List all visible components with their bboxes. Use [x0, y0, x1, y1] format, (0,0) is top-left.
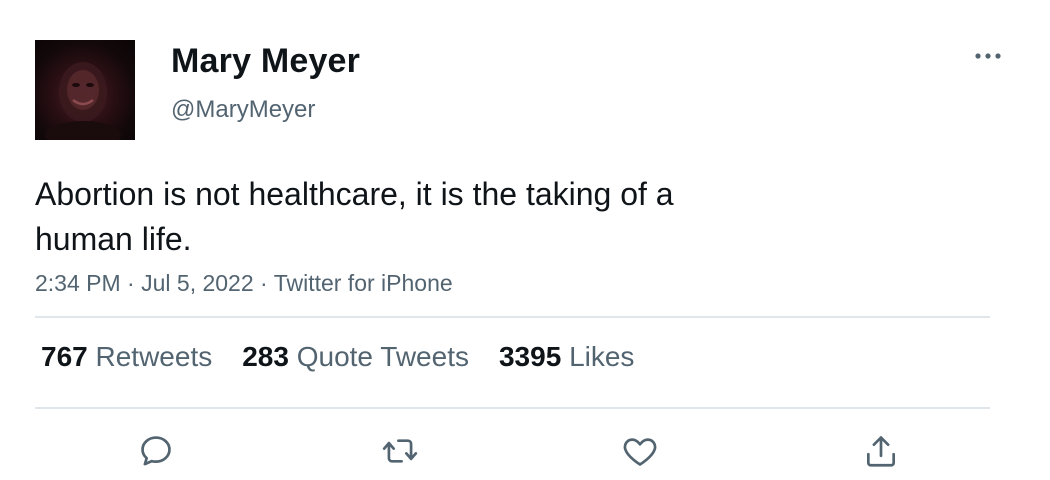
user-handle[interactable]: @MaryMeyer — [171, 96, 315, 124]
retweet-icon — [382, 439, 418, 463]
tweet-stats: 767 Retweets 283 Quote Tweets 3395 Likes — [41, 341, 664, 373]
quote-tweets-count: 283 — [242, 341, 289, 372]
quote-tweets-stat[interactable]: 283 Quote Tweets — [242, 341, 469, 373]
retweets-count: 767 — [41, 341, 88, 372]
tweet-time[interactable]: 2:34 PM — [35, 270, 121, 296]
more-options-button[interactable] — [966, 40, 1010, 72]
divider — [35, 316, 990, 318]
meta-separator: · — [260, 270, 274, 296]
share-button[interactable] — [860, 430, 902, 472]
quote-tweets-label: Quote Tweets — [296, 341, 469, 372]
reply-button[interactable] — [135, 430, 177, 472]
likes-stat[interactable]: 3395 Likes — [499, 341, 634, 373]
meta-separator: · — [127, 270, 141, 296]
retweet-button[interactable] — [379, 430, 421, 472]
separator-dot: · — [127, 270, 135, 296]
heart-icon — [623, 438, 657, 466]
avatar[interactable] — [35, 40, 135, 140]
tweet-source[interactable]: Twitter for iPhone — [274, 270, 453, 296]
tweet-actions — [0, 430, 1050, 472]
likes-count: 3395 — [498, 341, 562, 372]
more-horizontal-icon — [975, 53, 1001, 59]
tweet-card: Mary Meyer @MaryMeyer Abortion is not he… — [0, 0, 1050, 480]
share-icon — [866, 436, 896, 467]
reply-icon — [141, 436, 171, 466]
display-name[interactable]: Mary Meyer — [171, 42, 360, 81]
tweet-meta: 2:34 PM · Jul 5, 2022 · Twitter for iPho… — [35, 270, 453, 297]
tweet-text: Abortion is not healthcare, it is the ta… — [35, 176, 674, 257]
retweets-label: Retweets — [95, 341, 213, 372]
likes-label: Likes — [569, 341, 635, 372]
separator-dot: · — [260, 270, 268, 296]
avatar-photo — [45, 62, 121, 140]
like-button[interactable] — [619, 430, 661, 472]
tweet-date[interactable]: Jul 5, 2022 — [141, 270, 254, 296]
divider — [35, 407, 990, 409]
retweets-stat[interactable]: 767 Retweets — [41, 341, 212, 373]
